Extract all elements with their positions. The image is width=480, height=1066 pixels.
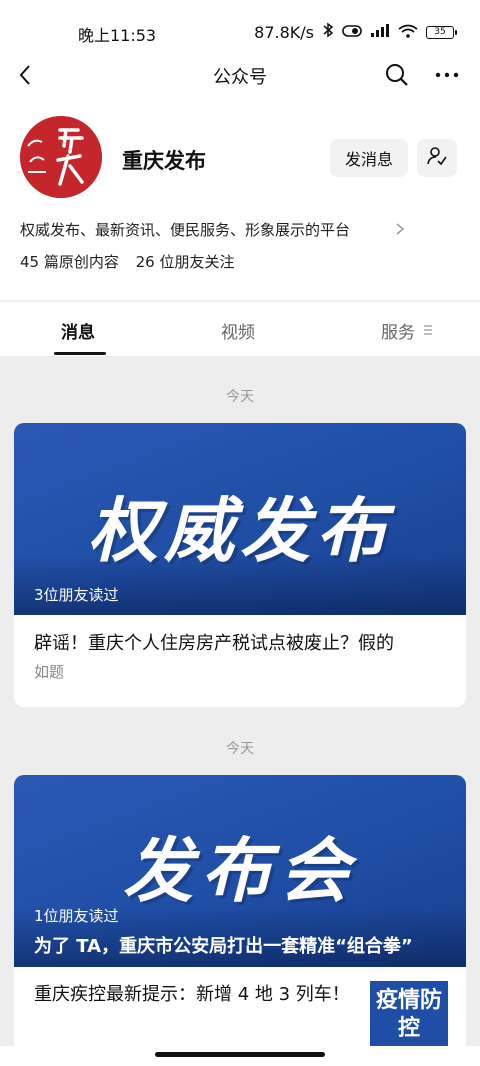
status-icons: 87.8K/s 35 <box>254 22 457 42</box>
account-name: 重庆发布 <box>122 149 206 173</box>
cover-text: 发布会 <box>123 830 357 912</box>
friends-read-count: 3位朋友读过 <box>34 586 119 604</box>
vibrate-icon <box>342 23 362 42</box>
tab-messages[interactable]: 消息 <box>61 318 95 343</box>
original-count[interactable]: 45 篇原创内容 <box>20 253 119 271</box>
home-indicator[interactable] <box>155 1052 325 1057</box>
tab-services[interactable]: 服务 <box>381 318 415 343</box>
friends-read-count: 1位朋友读过 <box>34 907 119 925</box>
article-title[interactable]: 辟谣！重庆个人住房房产税试点被废止？假的 <box>14 615 466 655</box>
article-card[interactable]: 发布会 1位朋友读过 为了 TA，重庆市公安局打出一套精准“组合拳” 重庆疾控最… <box>14 775 466 1065</box>
article-summary: 如题 <box>34 663 65 681</box>
tab-bar: 消息 视频 服务 <box>0 301 480 356</box>
account-avatar[interactable] <box>20 116 102 198</box>
search-icon[interactable] <box>382 60 412 90</box>
bluetooth-icon <box>322 22 334 42</box>
friends-follow[interactable]: 26 位朋友关注 <box>136 253 235 271</box>
article-cover[interactable]: 权威发布 3位朋友读过 <box>14 423 466 615</box>
article-title[interactable]: 为了 TA，重庆市公安局打出一套精准“组合拳” <box>34 932 413 958</box>
article-cover[interactable]: 发布会 1位朋友读过 为了 TA，重庆市公安局打出一套精准“组合拳” <box>14 775 466 967</box>
battery-icon: 35 <box>426 25 457 39</box>
tab-active-indicator <box>54 352 106 355</box>
network-speed: 87.8K/s <box>254 22 314 42</box>
list-item[interactable]: 重庆疾控最新提示：新增 4 地 3 列车！ 疫情防控 <box>14 967 466 1047</box>
nav-bar: 公众号 <box>0 50 480 100</box>
date-label: 今天 <box>226 389 254 405</box>
wifi-icon <box>398 23 418 42</box>
date-label: 今天 <box>226 741 254 757</box>
send-message-button[interactable]: 发消息 <box>330 139 408 177</box>
account-profile: 重庆发布 发消息 权威发布、最新资讯、便民服务、形象展示的平台 45 篇原创内容… <box>0 100 480 300</box>
more-icon[interactable] <box>432 60 462 90</box>
article-thumbnail[interactable]: 疫情防控 <box>370 981 448 1047</box>
tab-videos[interactable]: 视频 <box>221 318 255 343</box>
status-time: 晚上11:53 <box>78 26 157 45</box>
user-check-icon <box>426 145 448 171</box>
signal-icon <box>370 23 390 42</box>
article-title[interactable]: 重庆疾控最新提示：新增 4 地 3 列车！ <box>34 981 354 1009</box>
article-card[interactable]: 权威发布 3位朋友读过 辟谣！重庆个人住房房产税试点被废止？假的 如题 <box>14 423 466 707</box>
chevron-right-icon[interactable] <box>393 219 407 239</box>
account-description[interactable]: 权威发布、最新资讯、便民服务、形象展示的平台 <box>20 219 350 240</box>
follow-button[interactable] <box>417 139 457 177</box>
menu-icon <box>423 322 433 341</box>
account-stats: 45 篇原创内容 26 位朋友关注 <box>20 251 235 272</box>
